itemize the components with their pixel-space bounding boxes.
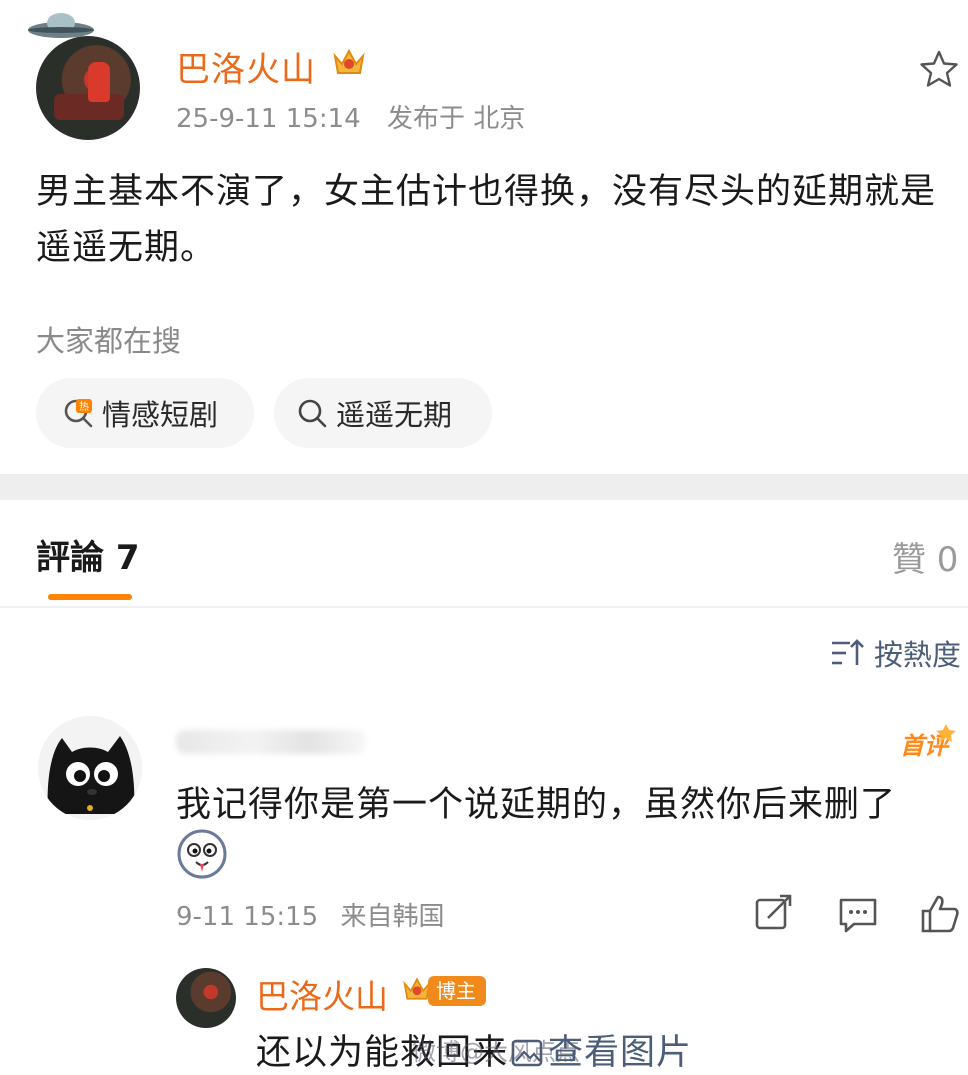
post-meta: 25-9-11 15:14 发布于 北京: [176, 98, 525, 135]
post-author-avatar[interactable]: [36, 36, 140, 140]
comment-source: 来自韩国: [340, 902, 445, 932]
reply-author-avatar[interactable]: [176, 968, 236, 1028]
commenter-avatar[interactable]: [38, 716, 142, 820]
avatar-figure-shape: [88, 62, 110, 102]
ufo-pendant-icon: [28, 13, 94, 38]
header-divider: [0, 606, 968, 608]
comment-time: 9-11 15:15: [176, 902, 319, 932]
sort-label: 按熱度: [874, 638, 962, 672]
search-chip-indefinite[interactable]: 遥遥无期: [274, 378, 492, 448]
post-body-text: 男主基本不演了，女主估计也得换，没有尽头的延期就是遥遥无期。: [36, 172, 937, 268]
like-thumb-icon[interactable]: [918, 892, 962, 936]
comment-meta: 9-11 15:15 来自韩国: [176, 896, 444, 933]
comment-text: 我记得你是第一个说延期的，虽然你后来删了: [176, 785, 897, 825]
first-comment-badge: 首评: [900, 724, 956, 760]
svg-text:热: 热: [79, 400, 89, 413]
commenter-name-blurred: [176, 730, 366, 754]
crown-vip-icon: [333, 48, 365, 74]
sort-by-hot-button[interactable]: 按熱度: [830, 632, 961, 674]
author-badge: 博主: [428, 976, 486, 1006]
post-location: 发布于 北京: [386, 104, 526, 134]
sort-icon: [832, 639, 864, 665]
tab-likes[interactable]: 贊 0: [892, 532, 958, 581]
reply-author-name[interactable]: 巴洛火山: [256, 970, 388, 1018]
tab-comments[interactable]: 評論 7: [36, 530, 140, 579]
post-author-name[interactable]: 巴洛火山: [176, 42, 316, 91]
search-icon: [298, 399, 327, 428]
watermark: 微博@大风点点: [412, 1038, 580, 1066]
trending-search-label: 大家都在搜: [36, 324, 182, 358]
active-tab-indicator: [48, 594, 132, 600]
search-chip-label: 遥遥无期: [336, 398, 453, 432]
search-chip-label: 情感短剧: [102, 398, 219, 432]
section-divider: [0, 474, 968, 500]
post-timestamp: 25-9-11 15:14: [176, 104, 361, 134]
comment-icon[interactable]: [836, 892, 880, 936]
search-chip-emotional-drama[interactable]: 热 情感短剧: [36, 378, 254, 448]
dog-sticker-icon: [177, 829, 227, 879]
hot-search-icon: 热: [64, 399, 93, 428]
favorite-star-icon[interactable]: [918, 48, 960, 90]
repost-icon[interactable]: [752, 892, 796, 936]
